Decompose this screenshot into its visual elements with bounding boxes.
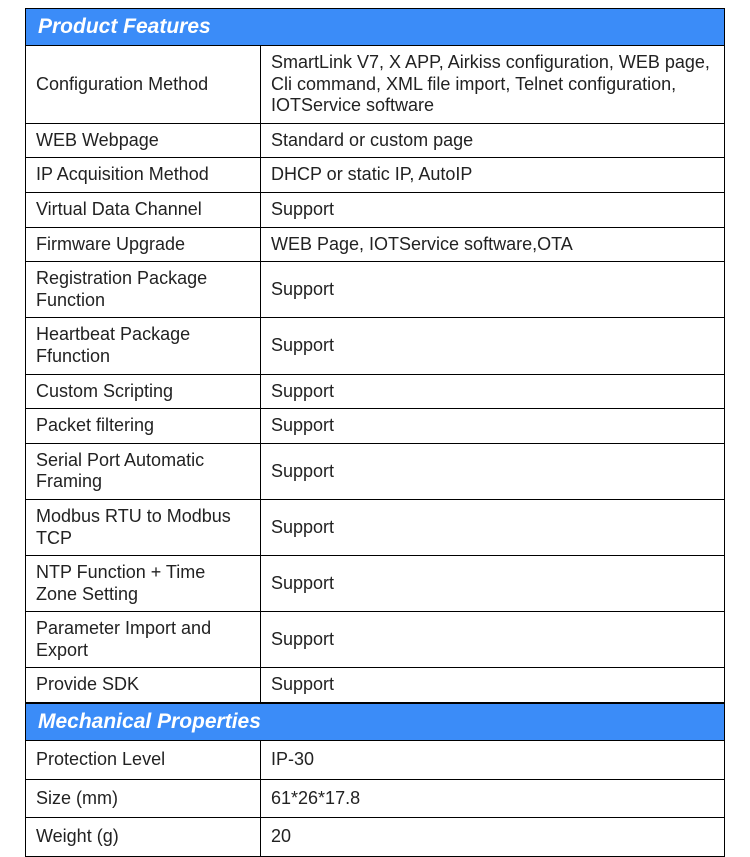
table-row: WEB WebpageStandard or custom page bbox=[26, 123, 725, 158]
table-row: Packet filteringSupport bbox=[26, 409, 725, 444]
product-features-table: Configuration MethodSmartLink V7, X APP,… bbox=[25, 45, 725, 703]
spec-label: Configuration Method bbox=[26, 46, 261, 124]
spec-label: Registration Package Function bbox=[26, 262, 261, 318]
spec-value: SmartLink V7, X APP, Airkiss configurati… bbox=[261, 46, 725, 124]
spec-value: Support bbox=[261, 612, 725, 668]
table-row: Provide SDKSupport bbox=[26, 668, 725, 703]
table-row: Heartbeat Package FfunctionSupport bbox=[26, 318, 725, 374]
spec-label: Heartbeat Package Ffunction bbox=[26, 318, 261, 374]
spec-value: Support bbox=[261, 668, 725, 703]
spec-value: Support bbox=[261, 409, 725, 444]
spec-label: Virtual Data Channel bbox=[26, 192, 261, 227]
spec-value: IP-30 bbox=[261, 741, 725, 780]
spec-value: 20 bbox=[261, 818, 725, 857]
spec-label: Provide SDK bbox=[26, 668, 261, 703]
spec-value: Support bbox=[261, 318, 725, 374]
table-row: Configuration MethodSmartLink V7, X APP,… bbox=[26, 46, 725, 124]
spec-value: DHCP or static IP, AutoIP bbox=[261, 158, 725, 193]
table-row: Protection LevelIP-30 bbox=[26, 741, 725, 780]
spec-value: Support bbox=[261, 262, 725, 318]
section-header-mechanical-properties: Mechanical Properties bbox=[25, 703, 725, 740]
spec-value: Standard or custom page bbox=[261, 123, 725, 158]
spec-label: IP Acquisition Method bbox=[26, 158, 261, 193]
spec-value: Support bbox=[261, 374, 725, 409]
spec-label: NTP Function + Time Zone Setting bbox=[26, 556, 261, 612]
spec-value: WEB Page, IOTService software,OTA bbox=[261, 227, 725, 262]
table-row: Parameter Import and ExportSupport bbox=[26, 612, 725, 668]
spec-value: Support bbox=[261, 443, 725, 499]
table-row: Firmware UpgradeWEB Page, IOTService sof… bbox=[26, 227, 725, 262]
spec-label: Parameter Import and Export bbox=[26, 612, 261, 668]
table-row: Registration Package FunctionSupport bbox=[26, 262, 725, 318]
table-row: Virtual Data ChannelSupport bbox=[26, 192, 725, 227]
spec-label: Weight (g) bbox=[26, 818, 261, 857]
spec-label: Size (mm) bbox=[26, 779, 261, 818]
spec-table-container: Product Features Configuration MethodSma… bbox=[25, 0, 725, 857]
table-row: Modbus RTU to Modbus TCPSupport bbox=[26, 499, 725, 555]
mechanical-properties-table: Protection LevelIP-30 Size (mm)61*26*17.… bbox=[25, 740, 725, 857]
section-header-product-features: Product Features bbox=[25, 8, 725, 45]
spec-label: Modbus RTU to Modbus TCP bbox=[26, 499, 261, 555]
spec-label: Custom Scripting bbox=[26, 374, 261, 409]
spec-value: Support bbox=[261, 499, 725, 555]
spec-value: Support bbox=[261, 192, 725, 227]
spec-label: WEB Webpage bbox=[26, 123, 261, 158]
spec-value: Support bbox=[261, 556, 725, 612]
table-row: Size (mm)61*26*17.8 bbox=[26, 779, 725, 818]
table-row: NTP Function + Time Zone SettingSupport bbox=[26, 556, 725, 612]
table-row: Weight (g)20 bbox=[26, 818, 725, 857]
spec-label: Serial Port Automatic Framing bbox=[26, 443, 261, 499]
spec-label: Protection Level bbox=[26, 741, 261, 780]
table-row: Custom ScriptingSupport bbox=[26, 374, 725, 409]
table-row: IP Acquisition MethodDHCP or static IP, … bbox=[26, 158, 725, 193]
spec-label: Firmware Upgrade bbox=[26, 227, 261, 262]
spec-label: Packet filtering bbox=[26, 409, 261, 444]
spec-value: 61*26*17.8 bbox=[261, 779, 725, 818]
table-row: Serial Port Automatic FramingSupport bbox=[26, 443, 725, 499]
